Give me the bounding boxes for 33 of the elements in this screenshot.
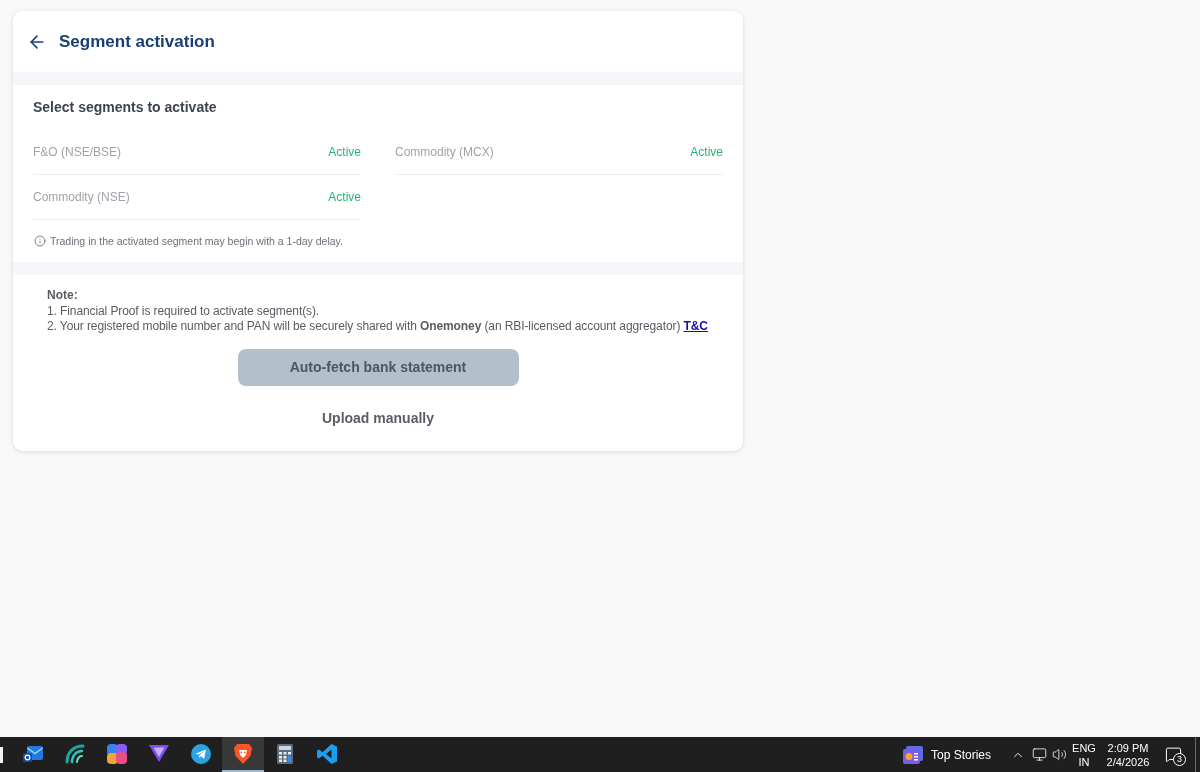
news-tile-icon	[902, 745, 923, 764]
upload-manually-button[interactable]: Upload manually	[322, 408, 434, 428]
monitor-icon	[1031, 747, 1047, 762]
terms-link[interactable]: T&C	[683, 319, 708, 333]
segment-name: F&O (NSE/BSE)	[33, 144, 121, 161]
note-heading: Note:	[47, 288, 78, 304]
envelope-icon	[23, 745, 43, 762]
page-title: Segment activation	[59, 30, 215, 53]
segment-status: Active	[328, 189, 361, 206]
notification-count-badge: 3	[1173, 753, 1186, 766]
segment-name: Commodity (NSE)	[33, 189, 130, 206]
speaker-icon	[1051, 747, 1067, 762]
wave-arcs-icon	[65, 743, 85, 764]
notifications-button[interactable]: 3	[1158, 737, 1188, 772]
note-line: 1. Financial Proof is required to activate segment(s).	[47, 303, 320, 319]
code-ribbon-icon	[317, 743, 337, 764]
news-button[interactable]: Top Stories	[896, 737, 997, 772]
segment-status: Active	[690, 144, 723, 161]
paper-plane-icon	[191, 743, 211, 764]
segment-name: Commodity (MCX)	[395, 144, 494, 161]
lion-shield-icon	[234, 743, 252, 764]
partial-app-icon	[0, 746, 3, 763]
calculator-icon	[277, 743, 293, 764]
info-icon	[34, 235, 46, 247]
clock-button[interactable]: 2:09 PM 2/4/2026	[1100, 737, 1156, 772]
info-text: Trading in the activated segment may begin with a 1-day delay.	[50, 234, 343, 248]
note-line: 2. Your registered mobile number and PAN will be securely shared with Onemoney (an RBI-licensed account aggregator) T&C	[47, 319, 708, 335]
colorful-logo-icon	[107, 743, 127, 764]
taskbar-app-button[interactable]	[222, 737, 264, 772]
language-button[interactable]: ENG IN	[1069, 737, 1099, 772]
triangle-icon	[149, 745, 169, 762]
segment-status: Active	[328, 144, 361, 161]
section-heading: Select segments to activate	[33, 98, 217, 117]
